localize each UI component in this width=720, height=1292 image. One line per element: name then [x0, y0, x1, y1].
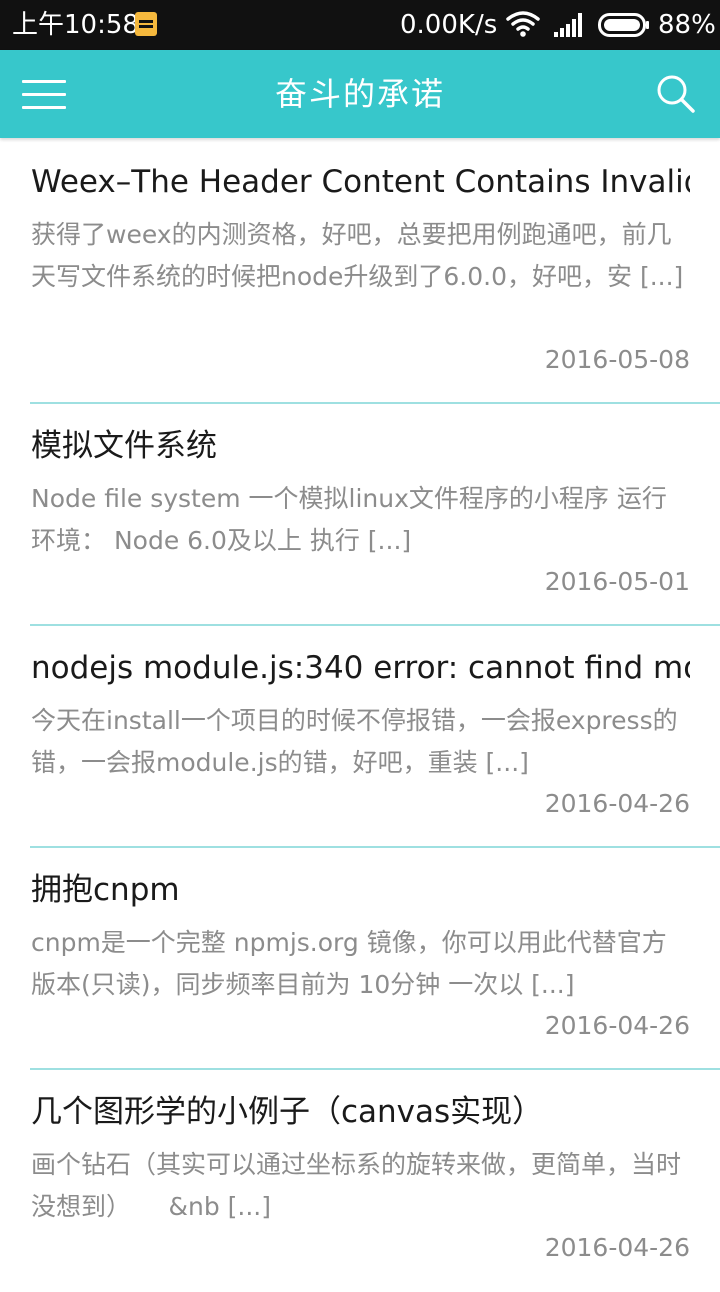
- notification-icon: [135, 12, 157, 36]
- app-bar: 奋斗的承诺: [0, 50, 720, 138]
- post-excerpt: 画个钻石（其实可以通过坐标系的旋转来做，更简单，当时没想到） &nb [...]: [31, 1150, 682, 1221]
- signal-icon: [554, 13, 582, 37]
- menu-icon-line: [22, 106, 66, 109]
- battery-percent: 88%: [658, 10, 716, 40]
- post-item[interactable]: 几个图形学的小例子（canvas实现） 画个钻石（其实可以通过坐标系的旋转来做，…: [0, 1070, 720, 1292]
- search-icon[interactable]: [656, 74, 696, 114]
- post-excerpt: 获得了weex的内测资格，好吧，总要把用例跑通吧，前几天写文件系统的时候把nod…: [31, 220, 684, 291]
- menu-icon-line: [22, 80, 66, 83]
- post-title[interactable]: 几个图形学的小例子（canvas实现）: [31, 1090, 690, 1134]
- menu-icon-line: [22, 93, 66, 96]
- menu-button[interactable]: [22, 76, 66, 112]
- post-item[interactable]: Weex–The Header Content Contains Invalid…: [0, 140, 720, 404]
- status-bar: 上午10:58 0.00K/s 88%: [0, 0, 720, 50]
- post-date: 2016-05-08: [544, 345, 690, 374]
- post-item[interactable]: 模拟文件系统 Node file system 一个模拟linux文件程序的小程…: [0, 404, 720, 626]
- post-date: 2016-05-01: [544, 567, 690, 596]
- post-date: 2016-04-26: [544, 789, 690, 818]
- post-title[interactable]: 拥抱cnpm: [31, 868, 690, 912]
- battery-icon: [598, 13, 649, 37]
- page-title: 奋斗的承诺: [274, 75, 445, 113]
- post-excerpt: cnpm是一个完整 npmjs.org 镜像，你可以用此代替官方版本(只读)，同…: [31, 928, 667, 999]
- post-date: 2016-04-26: [544, 1233, 690, 1262]
- wifi-icon: [506, 11, 540, 37]
- post-excerpt: 今天在install一个项目的时候不停报错，一会报express的错，一会报mo…: [31, 706, 678, 777]
- network-speed: 0.00K/s: [400, 10, 498, 40]
- post-title[interactable]: 模拟文件系统: [31, 424, 690, 468]
- post-excerpt: Node file system 一个模拟linux文件程序的小程序 运行环境：…: [31, 484, 667, 555]
- status-time: 上午10:58: [12, 10, 139, 40]
- post-title[interactable]: nodejs module.js:340 error: cannot find …: [31, 646, 690, 690]
- post-item[interactable]: nodejs module.js:340 error: cannot find …: [0, 626, 720, 848]
- post-title[interactable]: Weex–The Header Content Contains Invalid: [31, 160, 690, 204]
- post-date: 2016-04-26: [544, 1011, 690, 1040]
- post-item[interactable]: 拥抱cnpm cnpm是一个完整 npmjs.org 镜像，你可以用此代替官方版…: [0, 848, 720, 1070]
